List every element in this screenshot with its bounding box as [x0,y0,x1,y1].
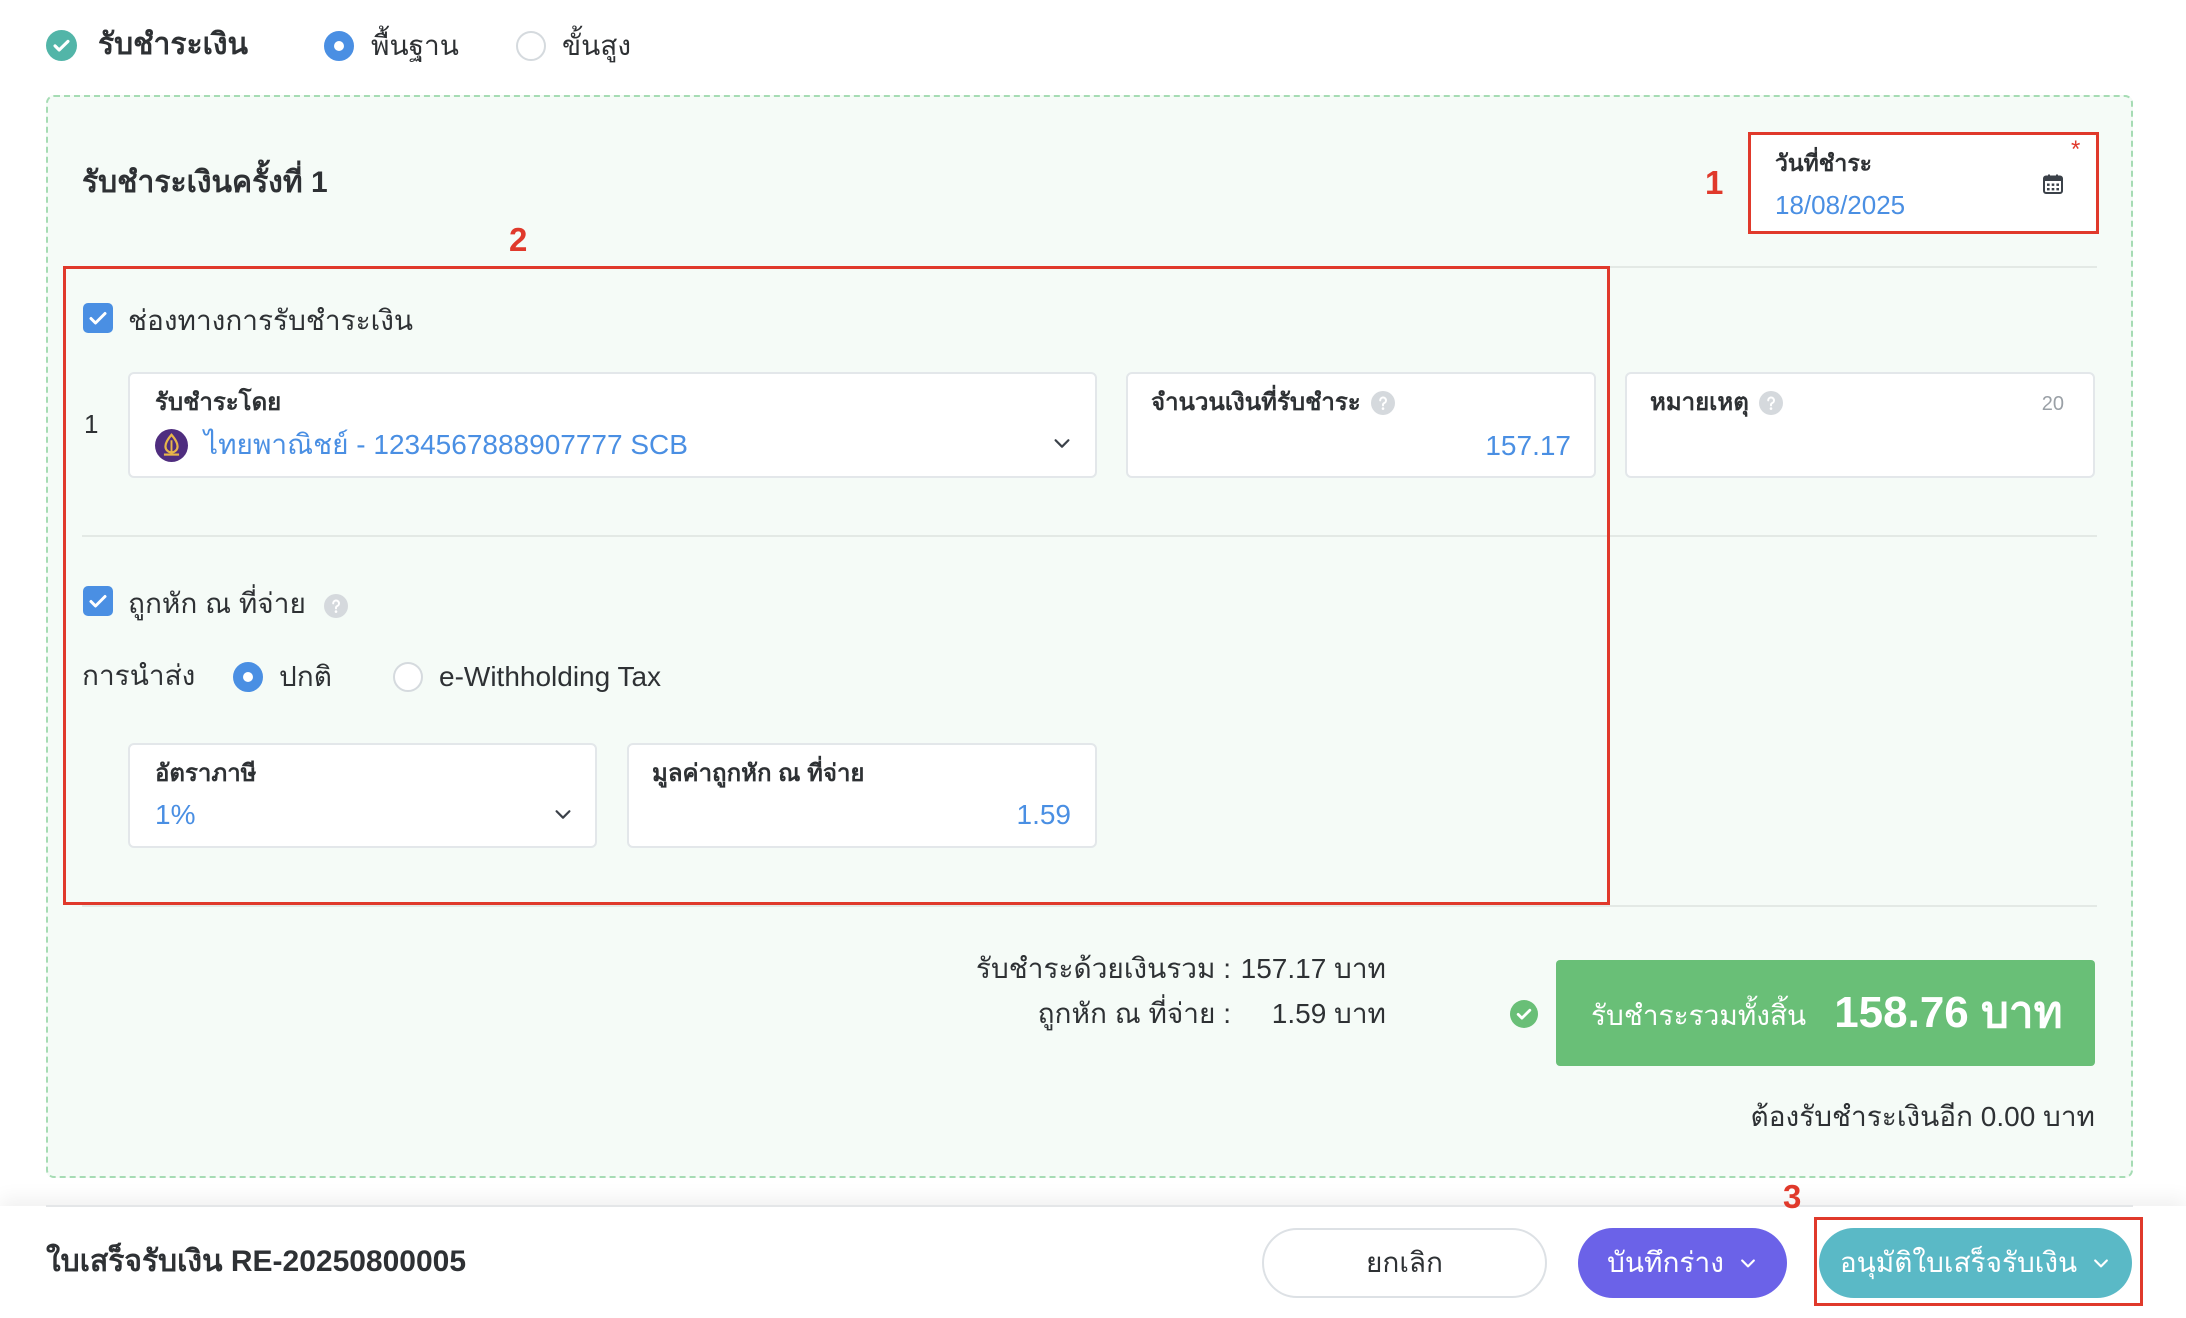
approve-receipt-button[interactable]: อนุมัติใบเสร็จรับเงิน [1819,1228,2132,1298]
withholding-label[interactable]: ถูกหัก ณ ที่จ่าย [128,584,306,624]
grand-total-value: 158.76 บาท [1834,988,2063,1037]
payment-method-label-text: รับชำระโดย [155,389,282,416]
footer-top-line [46,1205,2133,1207]
payment-note-label-text: หมายเหตุ [1650,389,1749,416]
withholding-amount-label-text: มูลค่าถูกหัก ณ ที่จ่าย [652,760,865,787]
tax-rate-label-text: อัตราภาษี [155,760,257,787]
help-circle-icon[interactable] [1370,391,1395,415]
cancel-button-label: ยกเลิก [1365,1247,1444,1278]
annotation-label-1: 1 [1705,164,1724,201]
scb-bank-icon [155,428,188,462]
mode-radio-basic-label[interactable]: พื้นฐาน [371,26,459,66]
withholding-submit-label: การนำส่ง [82,660,196,691]
tax-rate-value[interactable]: 1% [155,797,195,833]
approve-receipt-button-label: อนุมัติใบเสร็จรับเงิน [1839,1247,2078,1278]
mode-radio-basic[interactable] [324,31,354,61]
withholding-amount-value[interactable]: 1.59 [1017,797,1072,833]
balanced-check-icon [1510,1000,1538,1028]
submit-radio-e-withholding[interactable] [393,662,423,692]
withholding-checkbox[interactable] [83,586,113,616]
payment-date-value[interactable]: 18/08/2025 [1775,187,1905,223]
withholding-amount-label: มูลค่าถูกหัก ณ ที่จ่าย [652,758,865,790]
submit-radio-normal-label[interactable]: ปกติ [279,657,332,697]
section-title: รับชำระเงิน [98,28,248,61]
remaining-amount: ต้องรับชำระเงินอีก 0.00 บาท [1750,1101,2095,1132]
required-asterisk: * [2071,136,2081,163]
cash-total-value: 157.17 บาท [1240,953,1386,984]
help-circle-icon[interactable] [1758,391,1783,415]
document-title: ใบเสร็จรับเงิน RE-20250800005 [46,1245,467,1278]
payment-round-title: รับชำระเงินครั้งที่ 1 [82,166,328,199]
payment-amount-label: จำนวนเงินที่รับชำระ [1151,387,1395,419]
save-draft-button-label: บันทึกร่าง [1607,1247,1724,1278]
cancel-button[interactable]: ยกเลิก [1262,1228,1547,1298]
withholding-total-value: 1.59 บาท [1271,998,1386,1029]
payment-note-counter: 20 [2041,393,2064,415]
chevron-down-icon[interactable] [552,803,574,825]
submit-radio-normal[interactable] [233,662,263,692]
withholding-total-label: ถูกหัก ณ ที่จ่าย : [1037,998,1231,1029]
annotation-label-3: 3 [1783,1178,1802,1215]
payment-method-value: ไทยพาณิชย์ - 1234567888907777 SCB [204,429,688,460]
payment-channel-label[interactable]: ช่องทางการรับชำระเงิน [128,301,413,341]
grand-total-box: รับชำระรวมทั้งสิ้น 158.76 บาท [1556,960,2095,1066]
annotation-label-2: 2 [509,221,528,258]
help-circle-icon[interactable] [323,594,348,618]
withholding-label-row: ถูกหัก ณ ที่จ่าย [128,584,348,624]
chevron-down-icon [1738,1253,1758,1273]
mode-radio-advanced[interactable] [516,31,546,61]
divider [82,905,2097,907]
payment-method-value-row[interactable]: ไทยพาณิชย์ - 1234567888907777 SCB [155,427,688,463]
chevron-down-icon[interactable] [1051,432,1073,454]
divider [82,266,2097,268]
payment-amount-label-text: จำนวนเงินที่รับชำระ [1151,389,1361,416]
tax-rate-label: อัตราภาษี [155,758,256,790]
payment-row-index: 1 [84,409,99,439]
payment-amount-value[interactable]: 157.17 [1485,428,1571,464]
mode-radio-advanced-label[interactable]: ขั้นสูง [562,26,631,66]
payment-date-label: วันที่ชำระ [1775,150,1873,176]
calendar-icon[interactable] [2041,172,2065,196]
payment-note-label: หมายเหตุ [1650,387,1783,419]
cash-total-label: รับชำระด้วยเงินรวม : [975,953,1231,984]
save-draft-button[interactable]: บันทึกร่าง [1578,1228,1787,1298]
grand-total-label: รับชำระรวมทั้งสิ้น [1591,1000,1807,1031]
divider [82,535,2097,537]
chevron-down-icon [2091,1253,2111,1273]
payment-channel-checkbox[interactable] [83,303,113,333]
submit-radio-e-withholding-label[interactable]: e-Withholding Tax [439,657,661,697]
payment-method-label: รับชำระโดย [155,387,281,419]
payment-toggle-check-icon[interactable] [46,30,77,61]
